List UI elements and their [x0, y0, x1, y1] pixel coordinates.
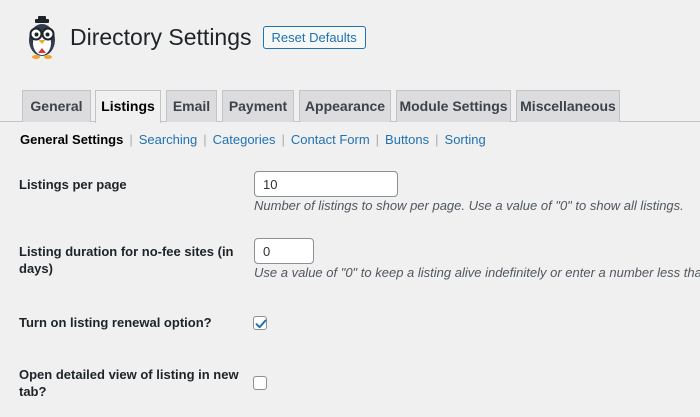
subnav-separator: |	[129, 132, 133, 147]
subnav-separator: |	[281, 132, 285, 147]
penguin-logo-icon	[22, 14, 62, 60]
tab-payment[interactable]: Payment	[222, 90, 294, 122]
renewal-option-label: Turn on listing renewal option?	[19, 315, 212, 330]
listings-per-page-label: Listings per page	[19, 177, 127, 192]
tab-general[interactable]: General	[22, 90, 91, 122]
page-header: Directory Settings Reset Defaults	[22, 14, 366, 60]
checkmark-icon	[255, 319, 267, 329]
listing-duration-label: Listing duration for no-fee sites (in da…	[19, 243, 234, 277]
new-tab-label-line2: tab?	[19, 384, 47, 399]
subnav-separator: |	[203, 132, 207, 147]
subnav-link-sorting[interactable]: Sorting	[445, 132, 486, 147]
renewal-option-checkbox[interactable]	[253, 316, 267, 330]
subnav-link-contact-form[interactable]: Contact Form	[291, 132, 370, 147]
new-tab-label: Open detailed view of listing in new tab…	[19, 366, 239, 400]
listings-per-page-input[interactable]	[254, 171, 398, 197]
listing-duration-label-line2: days)	[19, 261, 53, 276]
new-tab-checkbox[interactable]	[253, 376, 267, 390]
settings-subnav: General Settings | Searching | Categories | Co…	[20, 132, 486, 147]
tab-miscellaneous[interactable]: Miscellaneous	[516, 90, 620, 122]
subnav-separator: |	[375, 132, 380, 147]
listings-per-page-description: Number of listings to show per page. Use…	[254, 198, 684, 213]
tab-module-settings[interactable]: Module Settings	[396, 90, 511, 122]
tab-email[interactable]: Email	[166, 90, 217, 122]
new-tab-label-line1: Open detailed view of listing in new	[19, 367, 239, 382]
subnav-link-buttons[interactable]: Buttons	[385, 132, 429, 147]
subnav-current: General Settings	[20, 132, 124, 147]
settings-tabs: General Listings Email Payment Appearanc…	[0, 90, 700, 123]
listing-duration-description: Use a value of "0" to keep a listing ali…	[254, 265, 700, 280]
tab-appearance[interactable]: Appearance	[299, 90, 391, 122]
subnav-link-searching[interactable]: Searching	[139, 132, 198, 147]
subnav-link-categories[interactable]: Categories	[213, 132, 276, 147]
reset-defaults-button[interactable]: Reset Defaults	[262, 25, 366, 49]
listing-duration-input[interactable]	[254, 238, 314, 264]
page-title: Directory Settings	[70, 23, 252, 50]
listing-duration-label-line1: Listing duration for no-fee sites (in	[19, 244, 234, 259]
subnav-separator: |	[435, 132, 439, 147]
tab-listings[interactable]: Listings	[95, 90, 161, 123]
